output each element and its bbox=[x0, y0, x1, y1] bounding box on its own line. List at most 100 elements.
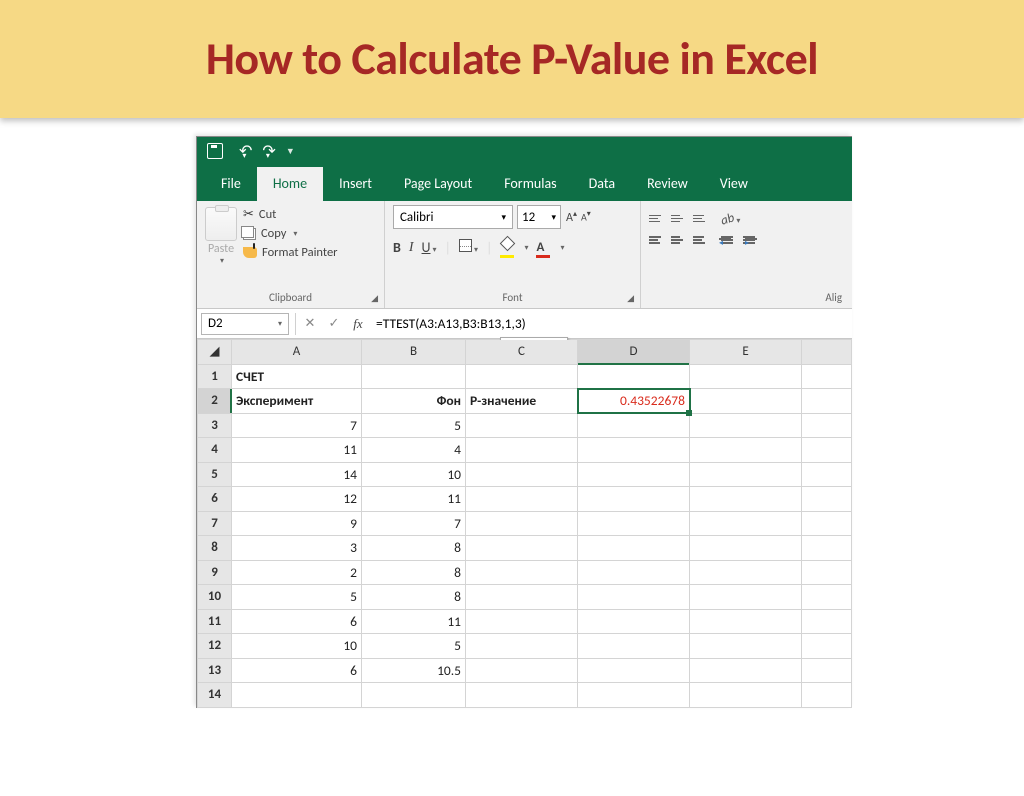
paste-dropdown-icon[interactable]: ▾ bbox=[207, 256, 237, 266]
chevron-down-icon[interactable]: ▾ bbox=[524, 243, 528, 253]
spreadsheet-grid[interactable]: ◢ A B C D E 1СЧЕТ 2ЭкспериментФонР-значе… bbox=[197, 339, 852, 708]
row-header[interactable]: 3 bbox=[198, 413, 232, 438]
increase-indent-button[interactable]: ▸ bbox=[743, 236, 755, 244]
align-middle-button[interactable] bbox=[671, 215, 683, 223]
cell[interactable] bbox=[802, 634, 852, 659]
enter-formula-button[interactable]: ✓ bbox=[322, 316, 346, 331]
decrease-indent-button[interactable]: ◂ bbox=[721, 236, 733, 244]
col-header-C[interactable]: C bbox=[466, 340, 578, 365]
cell[interactable] bbox=[802, 413, 852, 438]
cell[interactable] bbox=[690, 536, 802, 561]
tab-data[interactable]: Data bbox=[573, 167, 631, 201]
borders-icon[interactable] bbox=[459, 239, 472, 252]
font-size-select[interactable]: 12▾ bbox=[517, 205, 561, 229]
cell[interactable] bbox=[802, 462, 852, 487]
cell[interactable]: 7 bbox=[232, 413, 362, 438]
row-header[interactable]: 11 bbox=[198, 609, 232, 634]
cell[interactable] bbox=[466, 609, 578, 634]
tab-page-layout[interactable]: Page Layout bbox=[388, 167, 488, 201]
shrink-font-button[interactable]: A▾ bbox=[580, 207, 592, 227]
chevron-down-icon[interactable]: ▾ bbox=[736, 216, 740, 226]
row-header[interactable]: 10 bbox=[198, 585, 232, 610]
tab-insert[interactable]: Insert bbox=[323, 167, 388, 201]
cell[interactable] bbox=[802, 536, 852, 561]
cell-selected[interactable]: 0.43522678 bbox=[578, 389, 690, 414]
cell[interactable] bbox=[578, 683, 690, 708]
cell[interactable]: 7 bbox=[362, 511, 466, 536]
cell[interactable] bbox=[362, 364, 466, 389]
align-left-button[interactable] bbox=[649, 236, 661, 244]
tab-formulas[interactable]: Formulas bbox=[488, 167, 572, 201]
bold-button[interactable]: B bbox=[393, 239, 401, 256]
cell[interactable] bbox=[578, 560, 690, 585]
italic-button[interactable]: I bbox=[409, 240, 414, 256]
cell[interactable] bbox=[578, 462, 690, 487]
dialog-launcher-icon[interactable]: ◢ bbox=[371, 293, 378, 304]
align-top-button[interactable] bbox=[649, 215, 661, 223]
col-header-E[interactable]: E bbox=[690, 340, 802, 365]
col-header-B[interactable]: B bbox=[362, 340, 466, 365]
name-box[interactable]: D2▾ bbox=[201, 313, 289, 335]
cell[interactable]: 2 bbox=[232, 560, 362, 585]
col-header-D[interactable]: D bbox=[578, 340, 690, 365]
cell[interactable] bbox=[802, 585, 852, 610]
cell[interactable] bbox=[578, 511, 690, 536]
cell[interactable] bbox=[466, 634, 578, 659]
chevron-down-icon[interactable]: ▾ bbox=[433, 245, 437, 255]
row-header[interactable]: 8 bbox=[198, 536, 232, 561]
cell[interactable] bbox=[466, 560, 578, 585]
cell[interactable] bbox=[690, 511, 802, 536]
font-color-button[interactable]: A bbox=[536, 238, 550, 258]
chevron-down-icon[interactable]: ▾ bbox=[474, 245, 478, 255]
cell[interactable] bbox=[802, 658, 852, 683]
cell[interactable] bbox=[690, 634, 802, 659]
cell[interactable] bbox=[690, 683, 802, 708]
tab-view[interactable]: View bbox=[704, 167, 764, 201]
cell[interactable]: 5 bbox=[362, 634, 466, 659]
redo-button[interactable]: ↷▾ bbox=[262, 141, 269, 161]
cell[interactable] bbox=[802, 438, 852, 463]
cell[interactable] bbox=[690, 413, 802, 438]
cell[interactable]: 3 bbox=[232, 536, 362, 561]
row-header[interactable]: 5 bbox=[198, 462, 232, 487]
cell[interactable] bbox=[802, 389, 852, 414]
cell[interactable] bbox=[362, 683, 466, 708]
cell[interactable]: 11 bbox=[362, 609, 466, 634]
cell[interactable] bbox=[802, 609, 852, 634]
cell[interactable] bbox=[466, 487, 578, 512]
cell[interactable]: 4 bbox=[362, 438, 466, 463]
cell[interactable] bbox=[466, 585, 578, 610]
cell[interactable] bbox=[578, 585, 690, 610]
col-header-A[interactable]: A bbox=[232, 340, 362, 365]
cell[interactable] bbox=[690, 438, 802, 463]
cell[interactable]: 5 bbox=[232, 585, 362, 610]
align-right-button[interactable] bbox=[693, 236, 705, 244]
row-header[interactable]: 6 bbox=[198, 487, 232, 512]
cell[interactable]: 6 bbox=[232, 609, 362, 634]
format-painter-button[interactable]: Format Painter bbox=[243, 245, 338, 260]
font-name-select[interactable]: Calibri▾ bbox=[393, 205, 513, 229]
cell[interactable] bbox=[232, 683, 362, 708]
cell[interactable] bbox=[690, 658, 802, 683]
cell[interactable] bbox=[690, 462, 802, 487]
cell[interactable]: Эксперимент bbox=[232, 389, 362, 414]
select-all-corner[interactable]: ◢ bbox=[198, 340, 232, 365]
save-icon[interactable] bbox=[207, 143, 223, 159]
cell[interactable]: 8 bbox=[362, 536, 466, 561]
dialog-launcher-icon[interactable]: ◢ bbox=[627, 293, 634, 304]
cell[interactable] bbox=[802, 487, 852, 512]
cell[interactable]: 10.5 bbox=[362, 658, 466, 683]
undo-button[interactable]: ↶▾ bbox=[239, 141, 246, 161]
cell[interactable] bbox=[578, 413, 690, 438]
row-header[interactable]: 14 bbox=[198, 683, 232, 708]
cell[interactable] bbox=[690, 560, 802, 585]
cell[interactable] bbox=[466, 658, 578, 683]
cell[interactable]: 10 bbox=[362, 462, 466, 487]
align-center-button[interactable] bbox=[671, 236, 683, 244]
cell[interactable]: Фон bbox=[362, 389, 466, 414]
cell[interactable] bbox=[466, 413, 578, 438]
cell[interactable] bbox=[802, 683, 852, 708]
cell[interactable]: 12 bbox=[232, 487, 362, 512]
chevron-down-icon[interactable]: ▾ bbox=[560, 243, 564, 253]
cell[interactable] bbox=[578, 634, 690, 659]
